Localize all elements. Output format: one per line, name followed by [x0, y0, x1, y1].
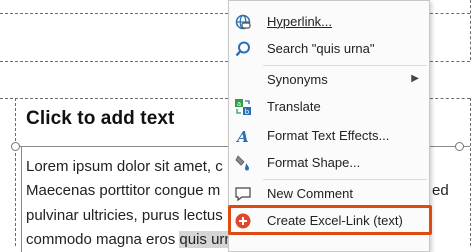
text-box-border: [430, 146, 470, 147]
svg-text:A: A: [235, 128, 249, 145]
svg-text:a: a: [237, 100, 241, 108]
menu-item-synonyms[interactable]: Synonyms ▶: [229, 67, 429, 93]
placeholder-border: [430, 13, 470, 14]
placeholder-border: [0, 98, 228, 99]
menu-item-label: Format Text Effects...: [267, 128, 390, 143]
body-text-line[interactable]: Lorem ipsum dolor sit amet, c: [26, 158, 223, 175]
menu-item-label: Search "quis urna": [267, 41, 375, 56]
menu-separator: [263, 65, 427, 66]
hyperlink-icon: [233, 12, 253, 32]
menu-item-hyperlink[interactable]: Hyperlink...: [229, 9, 429, 35]
text-box-border: [15, 146, 228, 147]
body-text-line[interactable]: pulvinar ultricies, purus lectus: [26, 207, 223, 224]
comment-icon: [233, 184, 253, 204]
menu-item-label: Hyperlink...: [267, 14, 333, 29]
menu-separator: [263, 179, 427, 180]
text-effects-icon: A: [233, 126, 253, 146]
title-placeholder[interactable]: Click to add text: [26, 108, 174, 130]
placeholder-border: [0, 61, 228, 62]
placeholder-border: [470, 98, 471, 246]
svg-text:b: b: [245, 108, 250, 116]
resize-handle[interactable]: [455, 142, 464, 151]
body-text-line[interactable]: Maecenas porttitor congue m: [26, 182, 220, 199]
placeholder-border: [430, 98, 470, 99]
menu-item-label: Synonyms: [267, 72, 328, 87]
menu-item-translate[interactable]: a b Translate: [229, 94, 429, 120]
placeholder-border: [15, 98, 16, 246]
menu-item-format-text-effects[interactable]: A Format Text Effects...: [229, 123, 429, 149]
body-text-line[interactable]: commodo magna eros quis urna.: [26, 231, 245, 248]
translate-icon: a b: [233, 97, 253, 117]
menu-item-label: Format Shape...: [267, 155, 361, 170]
menu-item-search[interactable]: Search "quis urna": [229, 36, 429, 62]
placeholder-border: [0, 13, 228, 14]
menu-item-label: New Comment: [267, 186, 353, 201]
submenu-arrow-icon: ▶: [411, 73, 419, 84]
text-box-border: [21, 146, 22, 252]
menu-item-new-comment[interactable]: New Comment: [229, 181, 429, 207]
resize-handle[interactable]: [11, 142, 20, 151]
menu-item-format-shape[interactable]: Format Shape...: [229, 150, 429, 176]
highlight-callout: [228, 205, 432, 235]
placeholder-border: [470, 0, 471, 60]
placeholder-border: [430, 61, 470, 62]
body-text: commodo magna eros: [26, 231, 180, 248]
body-text-fragment[interactable]: ed: [432, 182, 449, 199]
search-icon: [233, 39, 253, 59]
format-shape-icon: [233, 153, 253, 173]
menu-item-label: Translate: [267, 99, 321, 114]
